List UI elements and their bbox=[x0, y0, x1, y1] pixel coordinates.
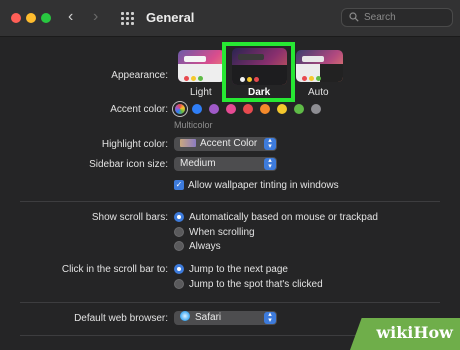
accent-multicolor-swatch[interactable] bbox=[175, 104, 185, 114]
wallpaper-tinting-checkbox[interactable]: ✓ bbox=[174, 180, 184, 190]
scroll-bars-when-scrolling-label: When scrolling bbox=[189, 227, 255, 238]
sidebar-icon-size-value: Medium bbox=[180, 158, 216, 169]
section-divider bbox=[20, 201, 440, 202]
accent-graphite-swatch[interactable] bbox=[311, 104, 321, 114]
appearance-light-thumbnail[interactable] bbox=[178, 50, 225, 82]
appearance-auto-thumbnail[interactable] bbox=[296, 50, 343, 82]
zoom-window-button[interactable] bbox=[41, 13, 51, 23]
back-arrow-icon[interactable]: ‹ bbox=[68, 9, 73, 25]
highlight-color-swatch bbox=[180, 139, 196, 148]
close-window-button[interactable] bbox=[11, 13, 21, 23]
wikihow-logo-text: wikiHow bbox=[376, 323, 453, 342]
accent-pink-swatch[interactable] bbox=[226, 104, 236, 114]
popup-arrows-icon: ▴ ▾ bbox=[264, 157, 276, 170]
scroll-bars-when-scrolling-radio[interactable] bbox=[174, 227, 184, 237]
accent-green-swatch[interactable] bbox=[294, 104, 304, 114]
highlight-color-value: Accent Color bbox=[200, 138, 258, 149]
show-scroll-bars-label: Show scroll bars: bbox=[91, 212, 168, 223]
scroll-bars-automatic-radio[interactable] bbox=[174, 212, 184, 222]
click-jump-next-page-label: Jump to the next page bbox=[189, 264, 288, 275]
safari-icon bbox=[180, 311, 190, 322]
window-title: General bbox=[146, 10, 195, 25]
show-all-grid-icon[interactable] bbox=[121, 12, 134, 25]
scroll-bars-automatic-label: Automatically based on mouse or trackpad bbox=[189, 212, 378, 223]
scroll-bars-always-radio[interactable] bbox=[174, 241, 184, 251]
highlight-color-label: Highlight color: bbox=[101, 139, 168, 150]
click-scroll-bar-label: Click in the scroll bar to: bbox=[61, 264, 168, 275]
wallpaper-tinting-label: Allow wallpaper tinting in windows bbox=[188, 180, 339, 191]
appearance-label: Appearance: bbox=[111, 70, 168, 81]
accent-color-label: Accent color: bbox=[110, 104, 168, 115]
appearance-dark-label: Dark bbox=[248, 87, 271, 98]
search-icon bbox=[349, 12, 359, 22]
highlight-color-popup[interactable]: Accent Color ▴ ▾ bbox=[174, 137, 277, 151]
popup-arrows-icon: ▴ ▾ bbox=[264, 137, 276, 150]
title-bar: ‹ › General bbox=[0, 0, 460, 37]
accent-orange-swatch[interactable] bbox=[260, 104, 270, 114]
default-browser-label: Default web browser: bbox=[74, 313, 168, 324]
wikihow-watermark: wikiHow bbox=[350, 318, 460, 350]
search-field[interactable] bbox=[341, 8, 453, 27]
appearance-light-label: Light bbox=[190, 87, 212, 98]
forward-arrow-icon[interactable]: › bbox=[93, 9, 98, 25]
accent-blue-swatch[interactable] bbox=[192, 104, 202, 114]
accent-purple-swatch[interactable] bbox=[209, 104, 219, 114]
accent-yellow-swatch[interactable] bbox=[277, 104, 287, 114]
accent-selected-name: Multicolor bbox=[174, 120, 213, 130]
click-jump-next-page-radio[interactable] bbox=[174, 264, 184, 274]
click-jump-to-spot-label: Jump to the spot that's clicked bbox=[189, 279, 323, 290]
appearance-auto-label: Auto bbox=[308, 87, 329, 98]
sidebar-icon-size-label: Sidebar icon size: bbox=[89, 159, 168, 170]
sidebar-icon-size-popup[interactable]: Medium ▴ ▾ bbox=[174, 157, 277, 171]
click-jump-to-spot-radio[interactable] bbox=[174, 279, 184, 289]
default-browser-value: Safari bbox=[195, 312, 222, 323]
search-input[interactable] bbox=[364, 10, 448, 25]
section-divider bbox=[20, 302, 440, 303]
minimize-window-button[interactable] bbox=[26, 13, 36, 23]
default-browser-popup[interactable]: Safari ▴ ▾ bbox=[174, 311, 277, 325]
popup-arrows-icon: ▴ ▾ bbox=[264, 311, 276, 324]
accent-red-swatch[interactable] bbox=[243, 104, 253, 114]
scroll-bars-always-label: Always bbox=[189, 241, 221, 252]
